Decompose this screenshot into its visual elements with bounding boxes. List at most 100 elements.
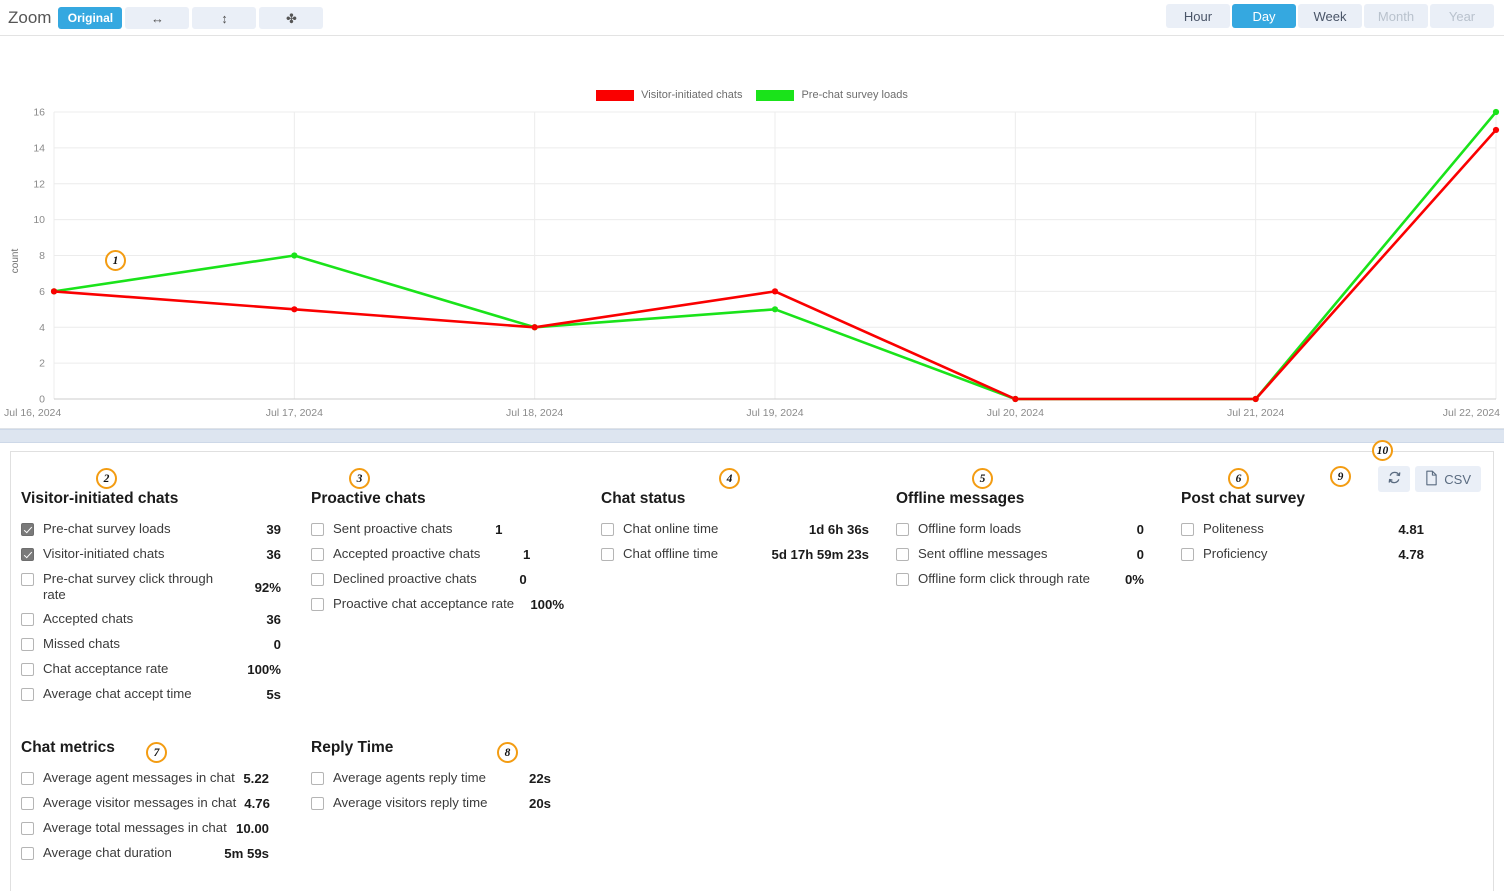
metric-label: Proactive chat acceptance rate: [333, 596, 515, 611]
chart-panel: Visitor-initiated chats Pre-chat survey …: [0, 36, 1504, 429]
group-chat-status: 4 Chat status Chat online time 1d 6h 36s C…: [601, 468, 896, 711]
metric-value: 1: [523, 547, 531, 562]
metric-checkbox[interactable]: [896, 548, 909, 561]
metric-row: Visitor-initiated chats 36: [21, 546, 311, 563]
group-chat-metrics: 7 Chat metrics Average agent messages in…: [21, 721, 311, 870]
metric-value: 100%: [247, 662, 281, 677]
arrows-horizontal-icon: ↔: [150, 10, 164, 26]
metric-row: Average chat duration 5m 59s: [21, 845, 269, 862]
annotation-badge-7: 7: [146, 742, 167, 763]
metric-label: Visitor-initiated chats: [43, 546, 165, 561]
metric-checkbox[interactable]: [21, 847, 34, 860]
data-point[interactable]: [771, 288, 779, 295]
metric-checkbox[interactable]: [21, 638, 34, 651]
metric-row: Offline form click through rate 0%: [896, 571, 1144, 588]
metric-value: 92%: [254, 579, 281, 595]
metric-checkbox[interactable]: [21, 613, 34, 626]
range-hour-button[interactable]: Hour: [1166, 4, 1230, 28]
group-title: Chat status: [601, 490, 686, 507]
metric-label: Proficiency: [1203, 546, 1268, 561]
metric-checkbox[interactable]: [21, 688, 34, 701]
annotation-badge-9: 9: [1330, 466, 1351, 487]
metric-value: 5.22: [243, 771, 269, 786]
metric-checkbox[interactable]: [311, 573, 324, 586]
zoom-horizontal-button[interactable]: ↔: [125, 7, 190, 29]
metric-value: 5s: [266, 687, 281, 702]
metric-row: Proactive chat acceptance rate 100%: [311, 596, 601, 613]
metric-checkbox[interactable]: [601, 548, 614, 561]
group-visitor-initiated-chats: 2 Visitor-initiated chats Pre-chat surve…: [21, 468, 311, 711]
metric-label: Sent proactive chats: [333, 521, 453, 536]
metric-checkbox[interactable]: [21, 663, 34, 676]
time-range-selector: Hour Day Week Month Year: [1164, 4, 1494, 28]
metric-row: Offline form loads 0: [896, 521, 1144, 538]
zoom-vertical-button[interactable]: ↕: [192, 7, 257, 29]
metric-value: 5d 17h 59m 23s: [771, 547, 869, 562]
panel-divider[interactable]: [0, 429, 1504, 443]
metric-row: Pre-chat survey click through rate 92%: [21, 571, 311, 603]
zoom-original-button[interactable]: Original: [58, 7, 123, 29]
metric-value: 10.00: [235, 821, 269, 836]
metric-checkbox[interactable]: [21, 548, 34, 561]
data-point[interactable]: [1492, 108, 1500, 116]
metric-checkbox[interactable]: [311, 797, 324, 810]
data-point[interactable]: [291, 252, 298, 259]
y-axis-title: count: [10, 249, 21, 274]
metric-checkbox[interactable]: [21, 797, 34, 810]
metric-row: Sent proactive chats 1: [311, 521, 601, 538]
metric-label: Pre-chat survey loads: [43, 521, 171, 536]
metric-label: Offline form click through rate: [918, 571, 1090, 586]
metric-row: Politeness 4.81: [1181, 521, 1424, 538]
metric-row: Pre-chat survey loads 39: [21, 521, 311, 538]
data-point[interactable]: [291, 306, 298, 313]
range-week-button[interactable]: Week: [1298, 4, 1362, 28]
metric-label: Accepted chats: [43, 611, 134, 626]
data-point[interactable]: [1252, 395, 1259, 403]
metric-checkbox[interactable]: [21, 772, 34, 785]
data-point[interactable]: [1492, 126, 1500, 134]
metric-checkbox[interactable]: [896, 573, 909, 586]
x-tick-label: Jul 21, 2024: [1227, 407, 1284, 419]
data-point[interactable]: [531, 324, 538, 331]
x-tick-label: Jul 17, 2024: [266, 407, 323, 419]
annotation-badge-2: 2: [96, 468, 117, 489]
metric-checkbox[interactable]: [601, 523, 614, 536]
metric-list: Average agent messages in chat 5.22 Averag…: [21, 770, 311, 862]
metric-checkbox[interactable]: [311, 598, 324, 611]
metric-list: Chat online time 1d 6h 36s Chat offline ti…: [601, 521, 896, 563]
metric-row: Average total messages in chat 10.00: [21, 820, 269, 837]
metric-label: Chat online time: [623, 521, 719, 536]
metric-checkbox[interactable]: [21, 573, 34, 586]
metric-list: Average agents reply time 22s Average visi…: [311, 770, 601, 812]
metric-checkbox[interactable]: [21, 822, 34, 835]
metric-label: Chat acceptance rate: [43, 661, 169, 676]
data-point[interactable]: [771, 306, 779, 313]
metric-row: Chat acceptance rate 100%: [21, 661, 311, 678]
metric-checkbox[interactable]: [311, 523, 324, 536]
metric-checkbox[interactable]: [311, 548, 324, 561]
metric-checkbox[interactable]: [21, 523, 34, 536]
metric-row: Average visitor messages in chat 4.76: [21, 795, 270, 812]
metric-label: Declined proactive chats: [333, 571, 477, 586]
arrows-vertical-icon: ↕: [221, 10, 228, 26]
data-point[interactable]: [50, 288, 58, 295]
zoom-controls: Zoom Original ↔ ↕ ✤: [8, 4, 326, 32]
annotation-badge-6: 6: [1228, 468, 1249, 489]
zoom-label: Zoom: [8, 8, 52, 27]
group-title: Proactive chats: [311, 490, 426, 507]
metric-value: 0: [1136, 547, 1144, 562]
metric-value: 0: [273, 637, 281, 652]
data-point[interactable]: [1012, 395, 1019, 403]
annotation-badge-8: 8: [497, 742, 518, 763]
range-day-button[interactable]: Day: [1232, 4, 1296, 28]
metric-checkbox[interactable]: [1181, 548, 1194, 561]
metric-row: Chat online time 1d 6h 36s: [601, 521, 896, 538]
metrics-row-top: 2 Visitor-initiated chats Pre-chat surve…: [11, 468, 1493, 711]
metric-checkbox[interactable]: [311, 772, 324, 785]
line-chart[interactable]: 0 2 4 6 8 10 12 14 16 Jul 16, 2024 Jul 17, 2024 Jul…: [0, 36, 1504, 429]
group-proactive-chats: 3 Proactive chats Sent proactive chats 1 A…: [311, 468, 601, 711]
metric-checkbox[interactable]: [1181, 523, 1194, 536]
metric-row: Average agents reply time 22s: [311, 770, 551, 787]
zoom-pan-button[interactable]: ✤: [259, 7, 324, 29]
metric-checkbox[interactable]: [896, 523, 909, 536]
